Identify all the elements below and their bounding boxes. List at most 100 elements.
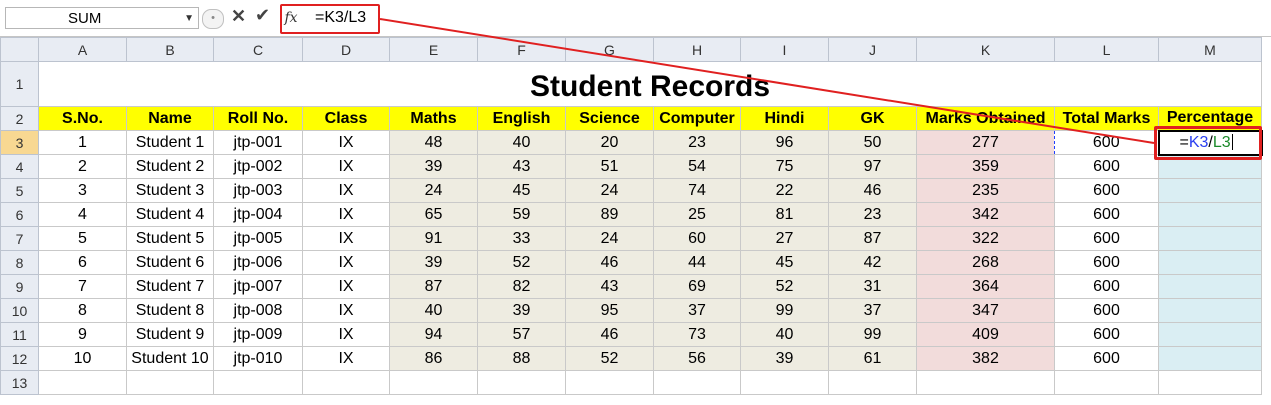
cell[interactable]: jtp-002 — [213, 154, 303, 179]
cell[interactable]: 8 — [38, 298, 127, 323]
cell[interactable]: 44 — [653, 250, 741, 275]
cell[interactable]: 73 — [653, 322, 741, 347]
header-cell[interactable]: Class — [302, 106, 390, 131]
header-cell[interactable]: GK — [828, 106, 917, 131]
cell[interactable]: 3 — [38, 178, 127, 203]
cell[interactable]: 24 — [565, 226, 654, 251]
row-header[interactable]: 8 — [0, 250, 39, 275]
col-header[interactable]: G — [565, 37, 654, 62]
cell[interactable]: 24 — [565, 178, 654, 203]
cell[interactable] — [1158, 274, 1262, 299]
cell[interactable]: 46 — [828, 178, 917, 203]
cell[interactable]: 40 — [389, 298, 478, 323]
cell[interactable]: Student 7 — [126, 274, 214, 299]
cell[interactable] — [1158, 202, 1262, 227]
cell[interactable]: IX — [302, 226, 390, 251]
select-all-corner[interactable] — [0, 37, 39, 62]
cell[interactable]: 91 — [389, 226, 478, 251]
row-header[interactable]: 1 — [0, 61, 39, 107]
col-header[interactable]: B — [126, 37, 214, 62]
cell[interactable]: 88 — [477, 346, 566, 371]
cell-referenced-k3[interactable]: 277 — [916, 130, 1055, 155]
cell[interactable]: 347 — [916, 298, 1055, 323]
cell[interactable]: jtp-006 — [213, 250, 303, 275]
cell[interactable]: 43 — [477, 154, 566, 179]
cell[interactable]: 65 — [389, 202, 478, 227]
cell[interactable] — [1158, 250, 1262, 275]
row-header[interactable]: 13 — [0, 370, 39, 395]
cell[interactable]: IX — [302, 346, 390, 371]
header-cell[interactable]: English — [477, 106, 566, 131]
formula-input[interactable]: =K3/L3 — [303, 7, 1265, 29]
cell[interactable] — [1158, 322, 1262, 347]
cell[interactable]: 40 — [477, 130, 566, 155]
cell[interactable]: 600 — [1054, 178, 1159, 203]
cancel-icon[interactable]: ✕ — [231, 6, 246, 27]
cell[interactable]: 600 — [1054, 250, 1159, 275]
cell[interactable]: 60 — [653, 226, 741, 251]
cell[interactable]: 6 — [38, 250, 127, 275]
row-header[interactable]: 10 — [0, 298, 39, 323]
cell[interactable] — [1158, 346, 1262, 371]
col-header[interactable]: C — [213, 37, 303, 62]
cell[interactable]: Student 1 — [126, 130, 214, 155]
cell[interactable]: 39 — [477, 298, 566, 323]
header-cell[interactable]: Computer — [653, 106, 741, 131]
cell[interactable]: 51 — [565, 154, 654, 179]
col-header[interactable]: K — [916, 37, 1055, 62]
cell[interactable]: 382 — [916, 346, 1055, 371]
cell[interactable] — [916, 370, 1055, 395]
cell[interactable]: 31 — [828, 274, 917, 299]
cell[interactable] — [565, 370, 654, 395]
row-header[interactable]: 6 — [0, 202, 39, 227]
header-cell[interactable]: Marks Obtained — [916, 106, 1055, 131]
cell[interactable] — [213, 370, 303, 395]
cell[interactable]: IX — [302, 202, 390, 227]
cell[interactable]: 600 — [1054, 226, 1159, 251]
cell[interactable]: 364 — [916, 274, 1055, 299]
name-box[interactable]: SUM ▼ — [5, 7, 199, 29]
cell[interactable]: Student 8 — [126, 298, 214, 323]
cell[interactable]: IX — [302, 154, 390, 179]
cell[interactable]: 57 — [477, 322, 566, 347]
cell[interactable]: 600 — [1054, 346, 1159, 371]
cell[interactable]: 45 — [477, 178, 566, 203]
cell[interactable]: 59 — [477, 202, 566, 227]
cell[interactable]: 46 — [565, 322, 654, 347]
cell[interactable]: jtp-004 — [213, 202, 303, 227]
cell[interactable]: 359 — [916, 154, 1055, 179]
cell[interactable]: Student 2 — [126, 154, 214, 179]
cell[interactable] — [38, 370, 127, 395]
cell[interactable] — [1158, 178, 1262, 203]
cell[interactable] — [302, 370, 390, 395]
cell[interactable] — [1158, 226, 1262, 251]
cell[interactable]: jtp-001 — [213, 130, 303, 155]
cell[interactable] — [389, 370, 478, 395]
cell[interactable]: 46 — [565, 250, 654, 275]
cell[interactable]: 86 — [389, 346, 478, 371]
cell[interactable]: 40 — [740, 322, 829, 347]
cell[interactable]: 94 — [389, 322, 478, 347]
cell[interactable]: 10 — [38, 346, 127, 371]
header-cell[interactable]: S.No. — [38, 106, 127, 131]
cell[interactable]: 56 — [653, 346, 741, 371]
col-header[interactable]: I — [740, 37, 829, 62]
col-header[interactable]: L — [1054, 37, 1159, 62]
cell[interactable]: Student 4 — [126, 202, 214, 227]
cell[interactable]: jtp-007 — [213, 274, 303, 299]
cell[interactable]: 37 — [653, 298, 741, 323]
row-header[interactable]: 5 — [0, 178, 39, 203]
header-cell[interactable]: Maths — [389, 106, 478, 131]
cell[interactable]: jtp-005 — [213, 226, 303, 251]
cell[interactable]: 75 — [740, 154, 829, 179]
cell[interactable]: 89 — [565, 202, 654, 227]
cell[interactable]: 268 — [916, 250, 1055, 275]
cell[interactable]: 61 — [828, 346, 917, 371]
cell[interactable]: 97 — [828, 154, 917, 179]
row-header[interactable]: 11 — [0, 322, 39, 347]
cell[interactable]: IX — [302, 178, 390, 203]
cell[interactable]: 5 — [38, 226, 127, 251]
enter-check-icon[interactable]: ✔ — [255, 5, 270, 26]
cell[interactable]: 600 — [1054, 202, 1159, 227]
cell[interactable]: Student 10 — [126, 346, 214, 371]
